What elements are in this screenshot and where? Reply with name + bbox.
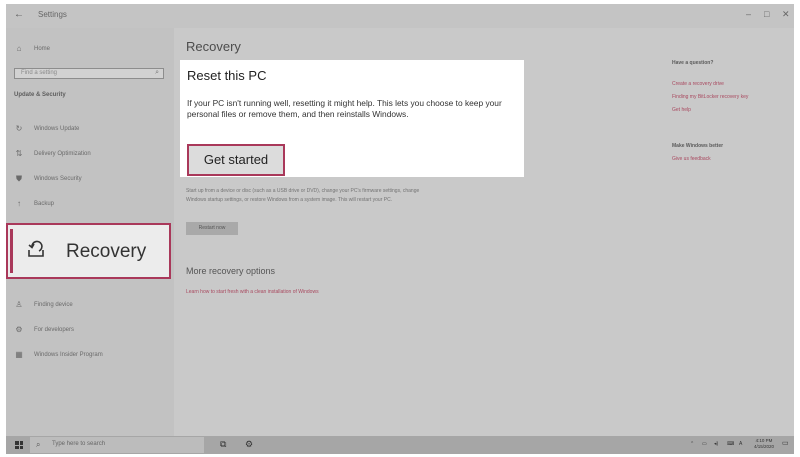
volume-icon[interactable]: ◂) [714,441,718,447]
selection-indicator [10,229,13,273]
advanced-startup-description: Start up from a device or disc (such as … [186,188,420,203]
sidebar-item-windows-insider[interactable]: ▦ Windows Insider Program [14,350,103,359]
taskbar: ⌕ Type here to search ⧉ ⚙ ⌃ ▭ ◂) ⌨ A 4:1… [6,436,794,454]
task-view-icon[interactable]: ⧉ [220,439,226,450]
close-icon[interactable]: ✕ [782,9,790,20]
sidebar-item-label: Recovery [66,241,147,262]
sidebar-item-label: Finding device [34,301,73,308]
sidebar-item-label: Delivery Optimization [34,150,91,157]
search-icon: ⌕ [155,69,159,76]
better-heading: Make Windows better [672,143,724,149]
window-titlebar: ← Settings – □ ✕ [6,4,794,28]
refresh-icon: ↻ [15,124,23,133]
minimize-icon[interactable]: – [746,9,751,19]
start-windows-icon[interactable] [15,441,23,449]
sidebar-item-label: Backup [34,200,55,207]
sidebar-item-recovery[interactable]: Recovery [6,223,171,279]
clean-install-link[interactable]: Learn how to start fresh with a clean in… [186,289,319,295]
developer-icon: ⚙ [15,325,23,334]
settings-search-input[interactable]: Find a setting ⌕ [14,68,164,79]
search-placeholder: Find a setting [21,70,58,76]
reset-pc-section: Reset this PC If your PC isn't running w… [180,60,524,177]
shield-icon: ⛊ [16,174,22,183]
help-link-bitlocker[interactable]: Finding my BitLocker recovery key [672,94,748,100]
home-icon: ⌂ [16,44,22,53]
feedback-link[interactable]: Give us feedback [672,156,711,162]
window-title: Settings [38,10,67,19]
question-heading: Have a question? [672,60,714,66]
reset-description: If your PC isn't running well, resetting… [187,98,502,119]
sidebar-item-delivery-optimization[interactable]: ⇅ Delivery Optimization [14,149,91,158]
backup-icon: ↑ [17,199,21,208]
help-link-recovery-drive[interactable]: Create a recovery drive [672,81,724,87]
sidebar-item-windows-security[interactable]: ⛊ Windows Security [14,174,82,184]
chevron-up-icon[interactable]: ⌃ [690,441,694,447]
sidebar-item-label: Windows Update [34,125,80,132]
keyboard-icon[interactable]: ⌨ [727,441,734,447]
recovery-icon [28,240,44,257]
notification-icon[interactable]: ▭ [782,439,789,447]
sidebar-item-backup[interactable]: ↑ Backup [14,199,54,208]
page-title: Recovery [186,39,241,54]
network-icon[interactable]: ▭ [702,441,707,447]
sidebar-section-label: Update & Security [14,92,66,98]
taskbar-search-placeholder: Type here to search [52,441,106,447]
back-arrow-icon[interactable]: ← [14,9,24,20]
insider-icon: ▦ [15,350,23,359]
sidebar-item-label: Windows Security [34,176,82,182]
person-icon: ♙ [15,300,23,309]
get-started-button[interactable]: Get started [187,144,285,176]
taskbar-search-input[interactable]: ⌕ Type here to search [30,437,204,453]
sidebar-item-for-developers[interactable]: ⚙ For developers [14,325,74,334]
search-icon: ⌕ [36,440,41,449]
reset-heading: Reset this PC [187,68,267,83]
sidebar-item-label: For developers [34,326,75,333]
maximize-icon[interactable]: □ [764,9,769,19]
delivery-icon: ⇅ [15,149,23,158]
sidebar-item-finding-device[interactable]: ♙ Finding device [14,300,73,309]
taskbar-clock[interactable]: 4:10 PM 4/15/2020 [754,438,774,450]
sidebar-item-label: Windows Insider Program [34,351,103,358]
help-link-get-help[interactable]: Get help [672,107,691,113]
screenshot-frame: ← Settings – □ ✕ ⌂ Home Find a setting ⌕… [6,4,794,454]
sidebar-home-label: Home [34,45,51,52]
more-options-heading: More recovery options [186,266,276,276]
clock-date: 4/15/2020 [754,444,775,449]
sidebar-item-home[interactable]: ⌂ Home [14,44,50,53]
settings-gear-icon[interactable]: ⚙ [245,439,253,450]
language-icon[interactable]: A [739,441,742,447]
restart-now-button[interactable]: Restart now [186,222,238,235]
sidebar-item-windows-update[interactable]: ↻ Windows Update [14,124,80,133]
